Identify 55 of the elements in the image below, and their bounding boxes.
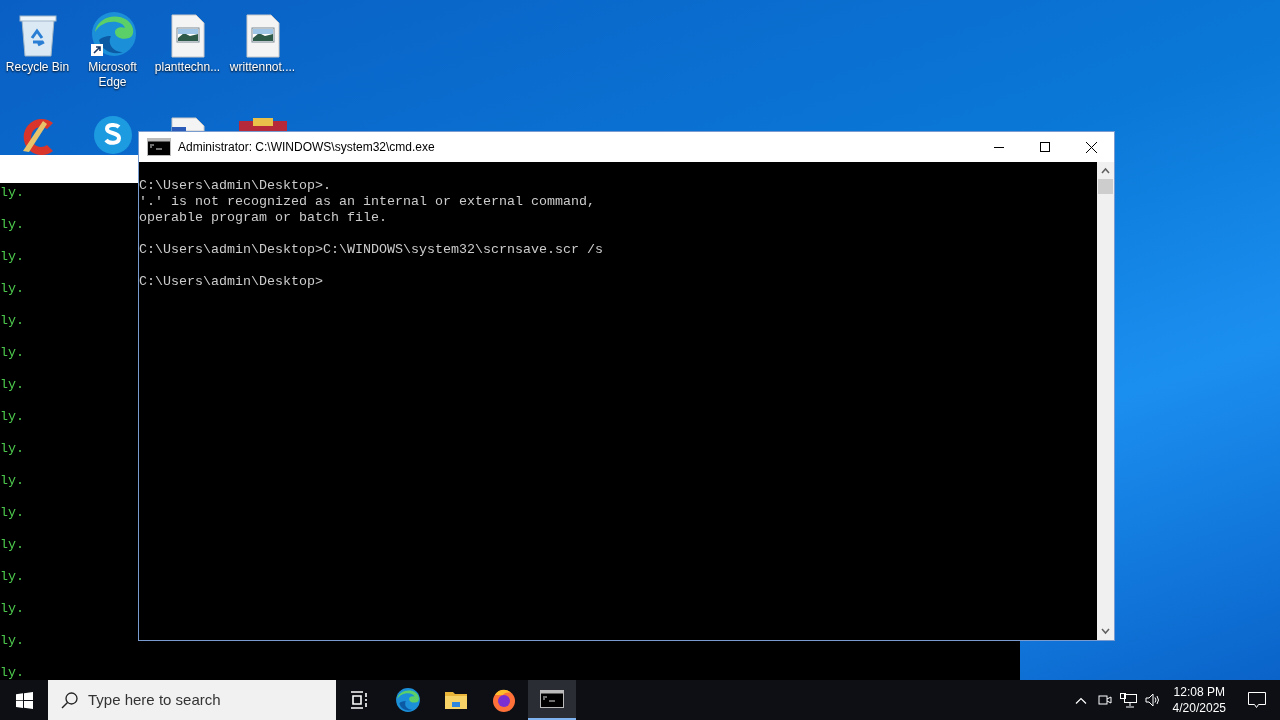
close-icon xyxy=(1085,141,1097,153)
search-icon xyxy=(61,691,78,709)
desktop-icon-label[interactable]: Microsoft Edge xyxy=(76,60,149,90)
console-line: ly. xyxy=(0,569,24,585)
console-line: C:\Users\admin\Desktop>. xyxy=(139,178,332,194)
console-line: ly. xyxy=(0,345,24,361)
desktop-icon-label[interactable]: planttechn... xyxy=(151,60,224,75)
search-input[interactable]: Type here to search xyxy=(88,688,308,712)
console-line: operable program or batch file. xyxy=(139,210,388,226)
console-line: ly. xyxy=(0,217,24,233)
image-file-icon xyxy=(170,14,205,58)
window-title: Administrator: C:\WINDOWS\system32\cmd.exe xyxy=(178,139,435,156)
console-line: C:\Users\admin\Desktop>C:\WINDOWS\system32\scrnsave.scr /s xyxy=(139,242,604,258)
edge-icon xyxy=(88,10,137,58)
console-line: C:\Users\admin\Desktop> xyxy=(139,274,324,290)
console-line: ly. xyxy=(0,281,24,297)
notification-icon[interactable] xyxy=(1248,691,1266,709)
console-line: ly. xyxy=(0,505,24,521)
recycle-bin-icon xyxy=(17,12,58,58)
books-icon xyxy=(238,118,287,131)
console-line: '.' is not recognized as an internal or external command, xyxy=(139,194,596,210)
console-line: ly. xyxy=(0,249,24,265)
search-field[interactable]: Type here to search xyxy=(48,680,336,720)
image-file-icon xyxy=(245,14,280,58)
console-line: ly. xyxy=(0,377,24,393)
minimize-icon xyxy=(994,146,1004,148)
taskbar-app-button[interactable] xyxy=(528,680,576,720)
console-line: ly. xyxy=(0,537,24,553)
firefox-icon xyxy=(491,687,517,713)
clock[interactable]: 12:08 PM 4/20/2025 xyxy=(1164,684,1234,716)
maximize-icon xyxy=(1040,142,1050,152)
console-line: ly. xyxy=(0,441,24,457)
scrollbar[interactable] xyxy=(1097,162,1114,640)
clock-date: 4/20/2025 xyxy=(1172,700,1226,716)
desktop-icon-label[interactable]: writtennot.... xyxy=(226,60,299,75)
edge-icon xyxy=(395,687,421,713)
terminal-icon xyxy=(540,690,564,708)
camera-icon[interactable] xyxy=(1097,693,1112,707)
desktop-icon-label[interactable]: Recycle Bin xyxy=(1,60,74,75)
windows-logo-icon xyxy=(15,691,33,709)
chevron-up-icon[interactable] xyxy=(1074,696,1087,704)
network-icon[interactable] xyxy=(1120,692,1138,708)
console-line: ly. xyxy=(0,313,24,329)
console-line: ly. xyxy=(0,473,24,489)
terminal-icon xyxy=(147,138,171,156)
clock-time: 12:08 PM xyxy=(1173,684,1225,700)
console-line: ly. xyxy=(0,409,24,425)
console-line: ly. xyxy=(0,185,24,201)
folder-icon xyxy=(444,690,468,710)
console-line: ly. xyxy=(0,601,24,617)
scroll-thumb[interactable] xyxy=(1098,179,1113,194)
console-line: ly. xyxy=(0,633,24,649)
console-line: ly. xyxy=(0,665,24,681)
speaker-icon[interactable] xyxy=(1144,693,1161,707)
task-view-icon xyxy=(350,691,370,709)
